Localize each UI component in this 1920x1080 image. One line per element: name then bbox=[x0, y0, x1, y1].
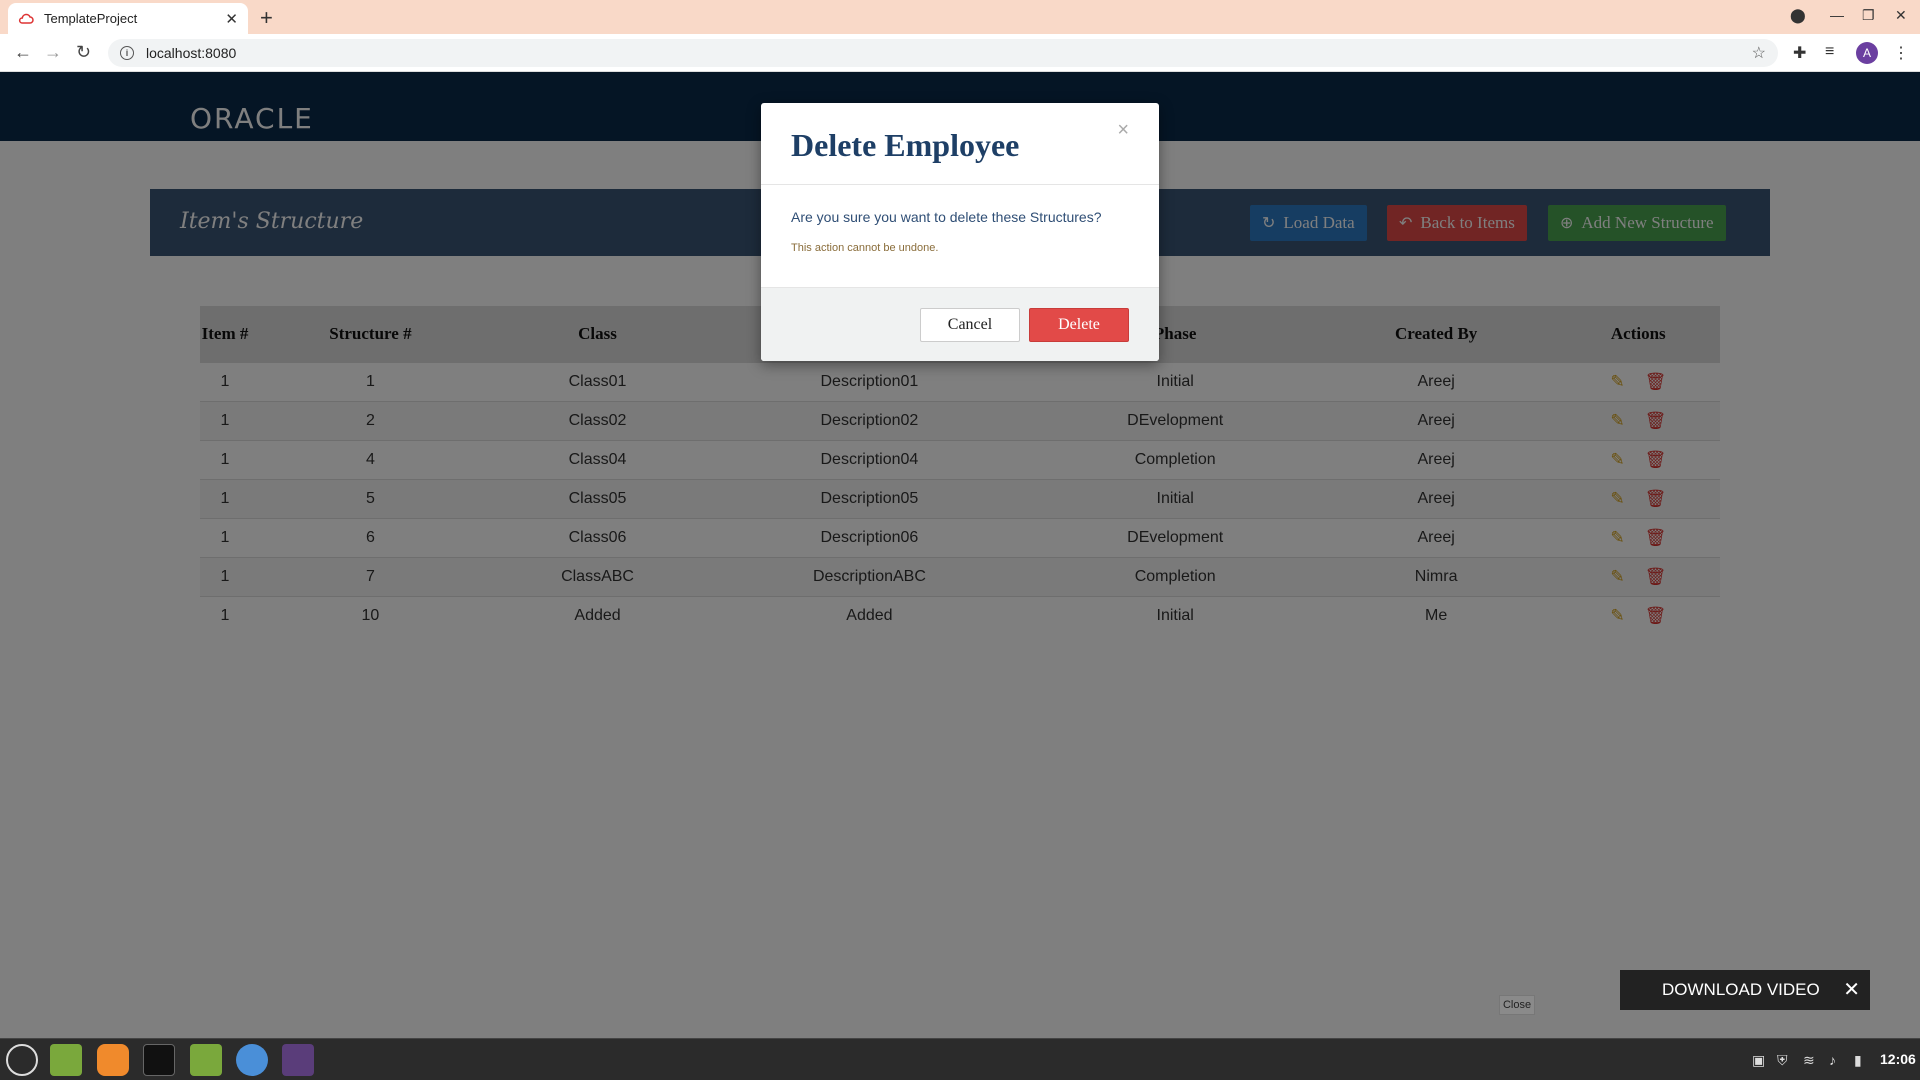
modal-footer: Cancel Delete bbox=[761, 287, 1159, 361]
download-video-widget[interactable]: DOWNLOAD VIDEO ✕ bbox=[1620, 970, 1870, 1010]
new-tab-icon[interactable]: + bbox=[260, 5, 273, 31]
browser-tab[interactable]: TemplateProject ✕ bbox=[8, 3, 248, 34]
modal-close-icon[interactable]: × bbox=[1117, 119, 1129, 142]
profile-menu-icon[interactable]: ⬤ bbox=[1790, 7, 1806, 24]
tab-close-icon[interactable]: ✕ bbox=[225, 10, 238, 28]
wifi-icon[interactable]: ≋ bbox=[1803, 1052, 1815, 1069]
menu-kebab-icon[interactable]: ⋮ bbox=[1893, 43, 1909, 63]
confirm-question: Are you sure you want to delete these St… bbox=[791, 209, 1102, 225]
media-icon[interactable]: ≡ bbox=[1825, 43, 1834, 61]
extensions-icon[interactable]: ✚ bbox=[1793, 43, 1806, 63]
avatar[interactable]: A bbox=[1856, 42, 1878, 64]
ide-icon[interactable] bbox=[282, 1044, 314, 1076]
sound-icon[interactable]: ♪ bbox=[1829, 1052, 1836, 1068]
shield-icon[interactable]: ⛨ bbox=[1777, 1052, 1788, 1069]
back-icon[interactable]: ← bbox=[14, 42, 32, 63]
tab-title: TemplateProject bbox=[44, 11, 138, 26]
browser-tabstrip: TemplateProject ✕ + ⬤ — ❐ ✕ bbox=[0, 0, 1920, 34]
mint-menu-icon[interactable] bbox=[6, 1044, 38, 1076]
firefox-icon[interactable] bbox=[97, 1044, 129, 1076]
warning-text: This action cannot be undone. bbox=[791, 242, 939, 254]
download-close-icon[interactable]: ✕ bbox=[1843, 977, 1860, 1002]
reload-icon[interactable]: ↻ bbox=[76, 42, 91, 63]
modal-title: Delete Employee bbox=[791, 127, 1020, 163]
browser-toolbar: ← → ↻ i localhost:8080 ☆ ✚ ≡ A ⋮ bbox=[0, 34, 1920, 72]
modal-header: Delete Employee × bbox=[761, 103, 1159, 185]
clock: 12:06 bbox=[1880, 1051, 1916, 1067]
delete-modal: Delete Employee × Are you sure you want … bbox=[761, 103, 1159, 361]
cloud-icon bbox=[18, 13, 34, 24]
clipboard-icon[interactable]: ▣ bbox=[1752, 1052, 1765, 1069]
restore-icon[interactable]: ❐ bbox=[1862, 7, 1875, 24]
url-text: localhost:8080 bbox=[146, 45, 237, 61]
window-close-icon[interactable]: ✕ bbox=[1895, 7, 1907, 24]
folder-icon[interactable] bbox=[190, 1044, 222, 1076]
address-bar[interactable]: i localhost:8080 ☆ bbox=[108, 39, 1778, 67]
modal-body: Are you sure you want to delete these St… bbox=[761, 185, 1159, 287]
close-button[interactable]: Close bbox=[1499, 995, 1535, 1015]
chrome-icon[interactable] bbox=[236, 1044, 268, 1076]
minimize-icon[interactable]: — bbox=[1830, 7, 1844, 23]
cancel-button[interactable]: Cancel bbox=[920, 308, 1020, 342]
info-icon[interactable]: i bbox=[120, 46, 134, 60]
download-video-label: DOWNLOAD VIDEO bbox=[1662, 980, 1820, 999]
battery-icon[interactable]: ▮ bbox=[1854, 1052, 1862, 1069]
os-taskbar: ▣ ⛨ ≋ ♪ ▮ 12:06 bbox=[0, 1038, 1920, 1080]
forward-icon[interactable]: → bbox=[44, 42, 62, 63]
files-icon[interactable] bbox=[50, 1044, 82, 1076]
delete-button[interactable]: Delete bbox=[1029, 308, 1129, 342]
bookmark-star-icon[interactable]: ☆ bbox=[1752, 43, 1766, 63]
terminal-icon[interactable] bbox=[143, 1044, 175, 1076]
